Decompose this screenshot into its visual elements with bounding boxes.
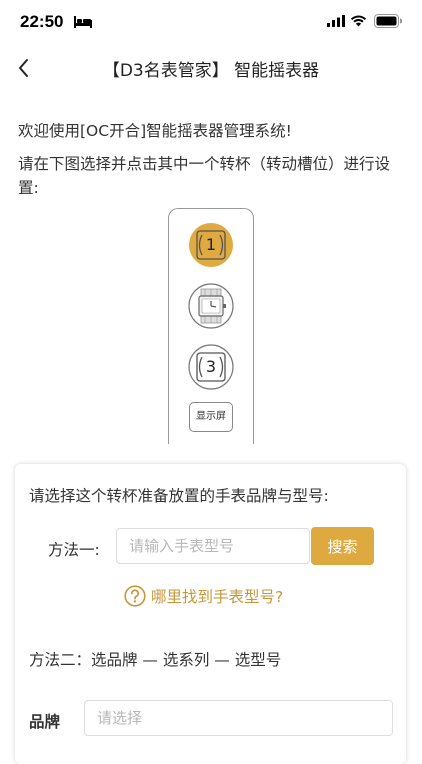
- slot-label: 3: [205, 357, 217, 376]
- method2-text: 方法二：选品牌 — 选系列 — 选型号: [29, 651, 282, 669]
- battery-icon: [374, 14, 402, 28]
- brand-select[interactable]: 请选择: [84, 700, 393, 736]
- question-circle-icon: [124, 585, 146, 607]
- nav-bar: 【D3名表管家】 智能摇表器: [0, 44, 422, 92]
- wifi-icon: [350, 15, 367, 27]
- method1-label: 方法一:: [48, 541, 100, 559]
- winder-slot-1[interactable]: 1: [188, 222, 234, 268]
- status-time: 22:50: [20, 12, 64, 31]
- search-button[interactable]: 搜索: [311, 527, 374, 565]
- instruction-text: 请在下图选择并点击其中一个转杯（转动槽位）进行设置:: [18, 155, 391, 197]
- winder-slot-2[interactable]: [188, 283, 234, 329]
- find-model-help-link[interactable]: 哪里找到手表型号?: [124, 584, 283, 608]
- welcome-text: 欢迎使用[OC开合]智能摇表器管理系统!: [18, 122, 292, 140]
- watch-model-input[interactable]: [116, 528, 310, 564]
- display-screen-button[interactable]: 显示屏: [189, 402, 233, 432]
- status-bar: 22:50: [0, 0, 422, 44]
- page-title: 【D3名表管家】 智能摇表器: [102, 61, 320, 81]
- slot-label: 1: [205, 235, 217, 254]
- help-link-text: 哪里找到手表型号?: [151, 588, 284, 606]
- signal-icon: [327, 15, 345, 27]
- watch-icon: [188, 283, 234, 329]
- winder-slot-3[interactable]: 3: [188, 344, 234, 390]
- brand-label: 品牌: [29, 713, 61, 731]
- card-title: 请选择这个转杯准备放置的手表品牌与型号:: [29, 487, 329, 505]
- bed-icon: [74, 16, 92, 28]
